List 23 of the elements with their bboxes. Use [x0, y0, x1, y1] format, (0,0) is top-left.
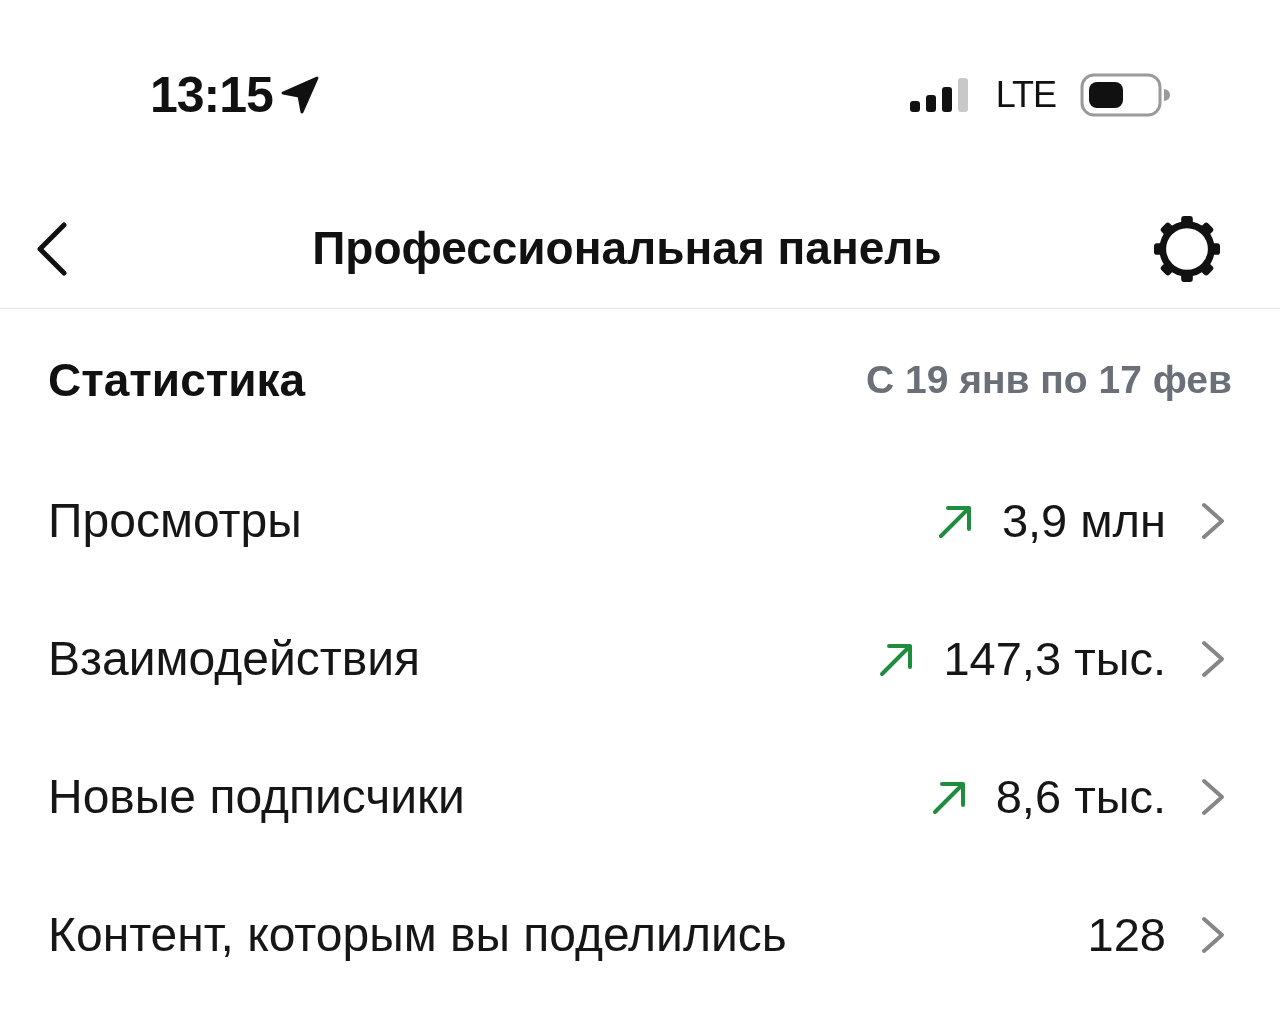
gear-icon	[1154, 216, 1220, 282]
signal-bars-icon	[909, 78, 968, 112]
chevron-right-icon[interactable]	[1200, 777, 1226, 817]
stat-label[interactable]: Контент, которым вы поделились	[48, 906, 1088, 964]
section-title: Статистика	[48, 352, 306, 408]
stat-label[interactable]: Взаимодействия	[48, 630, 880, 688]
chevron-left-icon	[34, 221, 70, 277]
chevron-right-icon[interactable]	[1200, 915, 1226, 955]
stat-value: 8,6 тыс.	[995, 768, 1166, 825]
location-arrow-icon	[280, 76, 319, 114]
stat-label[interactable]: Просмотры	[48, 492, 938, 550]
settings-button[interactable]	[1154, 216, 1220, 282]
network-type: LTE	[995, 77, 1056, 113]
stat-value: 3,9 млн	[1001, 492, 1166, 549]
chevron-right-icon[interactable]	[1200, 501, 1226, 541]
stat-label[interactable]: Новые подписчики	[48, 768, 932, 826]
battery-icon	[1080, 73, 1170, 117]
stat-value: 128	[1087, 906, 1166, 963]
page-title: Профессиональная панель	[312, 221, 942, 277]
stat-value: 147,3 тыс.	[943, 630, 1166, 687]
date-range: С 19 янв по 17 фев	[865, 357, 1232, 404]
status-time: 13:15	[150, 70, 273, 120]
chevron-right-icon[interactable]	[1200, 639, 1226, 679]
